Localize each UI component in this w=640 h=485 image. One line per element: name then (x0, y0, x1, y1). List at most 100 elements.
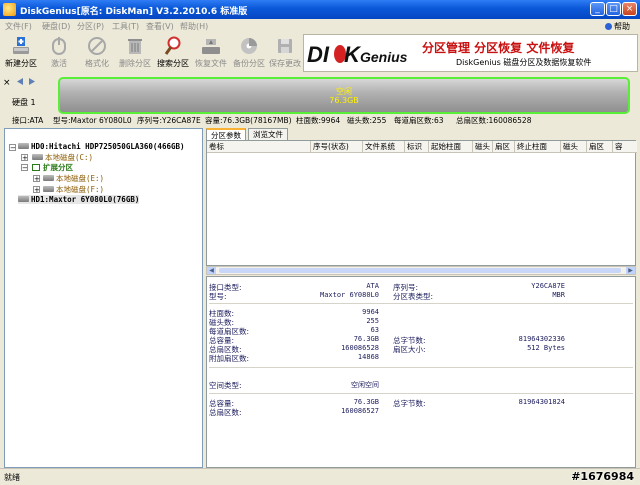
detail-value: 81964301824 (518, 398, 565, 406)
activate-button[interactable]: 激活 (40, 33, 78, 73)
menu-partition[interactable]: 分区(P) (77, 21, 104, 32)
toolbar: 新建分区 激活 格式化 删除分区 搜索分区 恢复文件 备份分区 保存更改 (0, 33, 301, 73)
col-index-status[interactable]: 序号(状态) (311, 141, 363, 152)
collapse-extended-toggle[interactable]: − (21, 164, 28, 172)
menu-tools[interactable]: 工具(T) (112, 21, 139, 32)
scroll-thumb[interactable] (219, 268, 621, 273)
window-title: DiskGenius[原名: DiskMan] V3.2.2010.6 标准版 (20, 7, 248, 17)
disk-label: 硬盘 1 (12, 98, 36, 107)
divider (209, 393, 633, 394)
tree-item-hd1[interactable]: HD1:Maxtor 6Y080L0(76GB) (18, 195, 140, 204)
activate-label: 激活 (51, 59, 67, 68)
close-pane-icon[interactable]: × (3, 78, 11, 86)
detail-value: ATA (366, 282, 379, 290)
info-heads: 磁头数:255 (347, 116, 387, 125)
col-filesystem[interactable]: 文件系统 (363, 141, 405, 152)
logo-part-a: DI (307, 42, 330, 67)
menu-disk[interactable]: 硬盘(D) (42, 21, 70, 32)
extended-partition-icon (32, 164, 40, 171)
col-start-head[interactable]: 磁头 (473, 141, 493, 152)
expand-c-toggle[interactable]: + (21, 154, 28, 162)
tab-browse-files[interactable]: 浏览文件 (248, 128, 288, 140)
scroll-right-icon[interactable]: ▶ (626, 267, 635, 274)
detail-value: 76.3GB (353, 335, 379, 343)
tree-item-local-e[interactable]: 本地磁盘(E:) (43, 173, 104, 184)
new-partition-button[interactable]: 新建分区 (2, 33, 40, 73)
backup-partition-icon (241, 38, 257, 54)
format-label: 格式化 (85, 59, 109, 68)
backup-partition-button[interactable]: 备份分区 (230, 33, 268, 73)
save-changes-icon (278, 39, 292, 53)
info-interface: 接口:ATA (12, 116, 44, 125)
watermark: #1676984 (571, 470, 634, 483)
format-button[interactable]: 格式化 (78, 33, 116, 73)
col-capacity[interactable]: 容 (613, 141, 637, 152)
collapse-hd0-toggle[interactable]: − (9, 144, 16, 152)
detail-value: 63 (370, 326, 379, 334)
tree-item-local-f-label: 本地磁盘(F:) (56, 185, 105, 194)
disk-nav-controls: × (3, 78, 35, 86)
search-partition-label: 搜索分区 (157, 59, 189, 68)
menu-file[interactable]: 文件(F) (5, 21, 32, 32)
col-end-head[interactable]: 磁头 (561, 141, 587, 152)
col-start-sector[interactable]: 扇区 (493, 141, 515, 152)
status-text: 就绪 (4, 473, 20, 482)
info-sectors-per-track: 每道扇区数:63 (394, 116, 444, 125)
divider (209, 367, 633, 368)
minimize-button[interactable]: _ (590, 2, 605, 16)
detail-label: 空间类型: (209, 381, 242, 390)
expand-e-toggle[interactable]: + (33, 175, 40, 183)
col-volume-label[interactable]: 卷标 (207, 141, 311, 152)
detail-value: 81964302336 (518, 335, 565, 343)
partition-table: 卷标 序号(状态) 文件系统 标识 起始柱面 磁头 扇区 终止柱面 磁头 扇区 … (206, 140, 637, 266)
free-space-bar[interactable]: 空闲 76.3GB (58, 77, 630, 114)
info-capacity: 容量:76.3GB(78167MB) (205, 116, 292, 125)
diskgenius-logo-icon: DI K Genius (307, 42, 408, 67)
disk-tree: − HD0:Hitachi HDP725050GLA360(466GB) + 本… (4, 128, 203, 468)
delete-partition-label: 删除分区 (119, 59, 151, 68)
prev-disk-icon[interactable] (17, 78, 23, 85)
detail-label: 扇区大小: (393, 345, 426, 354)
menu-view[interactable]: 查看(V) (146, 21, 174, 32)
search-partition-button[interactable]: 搜索分区 (154, 33, 192, 73)
scroll-left-icon[interactable]: ◀ (207, 267, 216, 274)
maximize-button[interactable]: □ (606, 2, 621, 16)
divider (209, 303, 633, 304)
help-link[interactable]: 帮助 (605, 21, 630, 32)
expand-f-toggle[interactable]: + (33, 186, 40, 194)
disk-info-bar: 接口:ATA 型号:Maxtor 6Y080L0 序列号:Y26CA87E 容量… (0, 113, 640, 126)
tree-item-extended[interactable]: 扩展分区 (32, 162, 73, 173)
col-id[interactable]: 标识 (405, 141, 429, 152)
horizontal-scrollbar[interactable]: ◀ ▶ (206, 266, 636, 275)
tree-item-hd0-label: HD0:Hitachi HDP725050GLA360(466GB) (31, 142, 185, 151)
detail-label: 分区表类型: (393, 292, 434, 301)
brand-banner: DI K Genius 分区管理 分区恢复 文件恢复 DiskGenius 磁盘… (303, 34, 638, 72)
partition-table-header: 卷标 序号(状态) 文件系统 标识 起始柱面 磁头 扇区 终止柱面 磁头 扇区 … (207, 141, 637, 153)
detail-value: MBR (552, 291, 565, 299)
tree-item-local-f[interactable]: 本地磁盘(F:) (43, 184, 104, 195)
col-end-sector[interactable]: 扇区 (587, 141, 613, 152)
menu-help[interactable]: 帮助(H) (180, 21, 208, 32)
help-label: 帮助 (614, 22, 630, 31)
tab-partition-params[interactable]: 分区参数 (206, 128, 246, 140)
tree-item-hd1-label: HD1:Maxtor 6Y080L0(76GB) (31, 195, 140, 204)
detail-value: 160086528 (341, 344, 379, 352)
detail-value: 255 (366, 317, 379, 325)
tree-item-hd0[interactable]: HD0:Hitachi HDP725050GLA360(466GB) (18, 142, 185, 151)
info-serial: 序列号:Y26CA87E (137, 116, 201, 125)
search-partition-icon (164, 36, 181, 55)
col-start-cylinder[interactable]: 起始柱面 (429, 141, 473, 152)
recover-files-button[interactable]: 恢复文件 (192, 33, 230, 73)
partition-icon (43, 175, 54, 181)
banner-subline: DiskGenius 磁盘分区及数据恢复软件 (456, 58, 592, 67)
backup-partition-label: 备份分区 (233, 59, 265, 68)
save-changes-button[interactable]: 保存更改 (266, 33, 304, 73)
next-disk-icon[interactable] (29, 78, 35, 85)
tree-item-local-e-label: 本地磁盘(E:) (56, 174, 105, 183)
detail-value: Y26CA87E (531, 282, 565, 290)
menu-bar: 文件(F) 硬盘(D) 分区(P) 工具(T) 查看(V) 帮助(H) 帮助 (0, 19, 640, 33)
new-partition-label: 新建分区 (5, 59, 37, 68)
close-button[interactable]: × (622, 2, 637, 16)
delete-partition-button[interactable]: 删除分区 (116, 33, 154, 73)
col-end-cylinder[interactable]: 终止柱面 (515, 141, 561, 152)
